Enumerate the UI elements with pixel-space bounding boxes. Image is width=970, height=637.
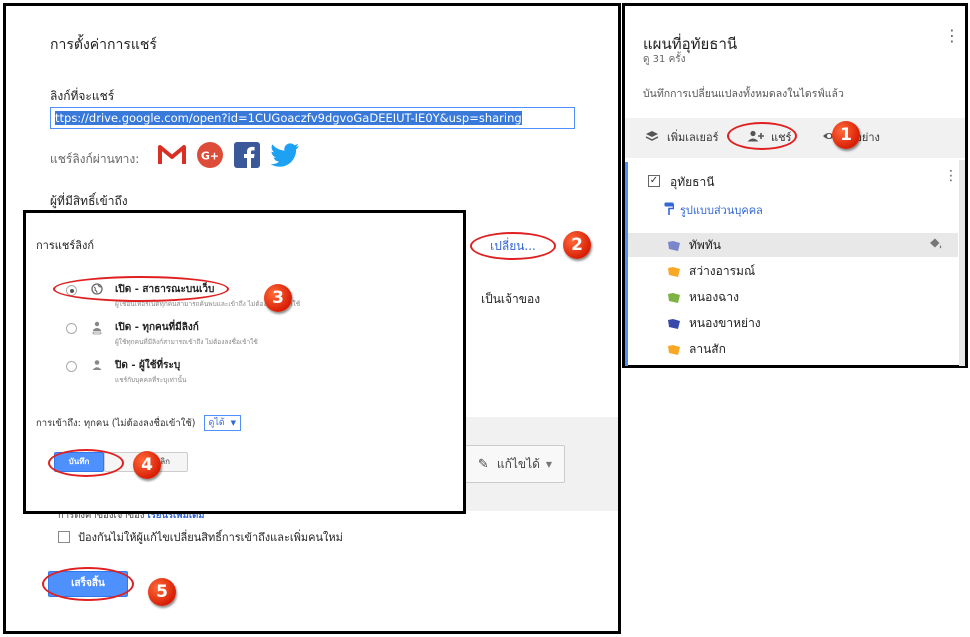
edit-permission-dropdown[interactable]: ✎ แก้ไขได้ ▼	[465, 445, 565, 483]
access-level-label: การเข้าถึง: ทุกคน (ไม่ต้องลงชื่อเข้าใช้)	[36, 417, 196, 429]
share-via-label: แชร์ลิงก์ผ่านทาง:	[50, 152, 140, 166]
share-link-field[interactable]: ttps://drive.google.com/open?id=1CUGoacz…	[50, 107, 575, 129]
place-marker-icon	[667, 266, 681, 278]
place-item[interactable]: สว่างอารมณ์	[667, 262, 755, 281]
prevent-editors-option[interactable]: ป้องกันไม่ให้ผู้แก้ไขเปลี่ยนสิทธิ์การเข้…	[58, 528, 343, 546]
view-count: ดู 31 ครั้ง	[643, 54, 686, 65]
gmail-icon[interactable]	[158, 144, 186, 170]
place-item[interactable]: ทัพทัน	[667, 236, 721, 255]
sharing-option-anyone-with-link[interactable]: เปิด - ทุกคนที่มีลิงก์ ผู้ใช้ทุกคนที่มีล…	[66, 320, 258, 347]
option-anyone-desc: ผู้ใช้ทุกคนที่มีลิงก์สามารถเข้าถึง ไม่ต้…	[115, 338, 258, 346]
layer-more-icon[interactable]: ⋮	[944, 168, 958, 184]
link-to-share-heading: ลิงก์ที่จะแชร์	[50, 89, 115, 103]
radio-anyone-with-link[interactable]	[66, 323, 77, 334]
option-specific-title: ปิด - ผู้ใช้ที่ระบุ	[115, 360, 181, 371]
place-name: หนองขาหย่าง	[689, 316, 761, 330]
access-level-row: การเข้าถึง: ทุกคน (ไม่ต้องลงชื่อเข้าใช้)…	[36, 415, 241, 431]
scrollbar[interactable]	[959, 160, 965, 366]
pencil-icon: ✎	[477, 456, 489, 472]
place-marker-icon	[667, 344, 681, 356]
individual-styles-label: รูปแบบส่วนบุคคล	[680, 204, 763, 217]
share-via-icons: G+	[158, 140, 310, 174]
person-icon	[89, 359, 105, 374]
step-badge-3: 3	[264, 284, 292, 312]
google-plus-icon[interactable]: G+	[196, 141, 224, 173]
add-layer-button[interactable]: เพิ่มเลเยอร์	[645, 128, 718, 146]
change-access-link[interactable]: เปลี่ยน...	[470, 232, 556, 260]
option-specific-desc: แชร์กับบุคคลที่ระบุเท่านั้น	[115, 376, 187, 384]
layer-title[interactable]: อุทัยธานี	[670, 173, 714, 192]
option-anyone-title: เปิด - ทุกคนที่มีลิงก์	[115, 322, 199, 333]
link-people-icon	[89, 321, 105, 338]
layer-visibility-checkbox[interactable]: ✓	[648, 175, 660, 187]
step-badge-2: 2	[563, 231, 591, 259]
place-name: ลานสัก	[689, 342, 726, 356]
chevron-down-icon: ▼	[230, 419, 236, 427]
radio-specific-people[interactable]	[66, 361, 77, 372]
access-level-value: ดูได้	[208, 418, 225, 428]
place-name: สว่างอารมณ์	[689, 264, 756, 278]
save-status: บันทึกการเปลี่ยนแปลงทั้งหมดลงในไดรฟ์แล้ว	[643, 88, 844, 100]
chevron-down-icon: ▼	[545, 459, 553, 469]
paint-roller-icon	[664, 202, 675, 218]
place-name: ทัพทัน	[689, 238, 721, 252]
place-marker-icon	[667, 318, 681, 330]
who-has-access-heading: ผู้ที่มีสิทธิ์เข้าถึง	[50, 194, 128, 208]
place-item[interactable]: ลานสัก	[667, 340, 726, 359]
annotation-ring-public	[53, 276, 229, 302]
edit-permission-label: แก้ไขได้	[496, 456, 540, 471]
annotation-ring-save	[48, 449, 124, 477]
prevent-editors-checkbox[interactable]	[58, 531, 70, 543]
access-level-select[interactable]: ดูได้ ▼	[203, 415, 241, 431]
step-badge-1: 1	[832, 121, 860, 149]
share-settings-title: การตั้งค่าการแชร์	[50, 37, 157, 53]
individual-styles-link[interactable]: รูปแบบส่วนบุคคล	[664, 201, 763, 219]
place-item[interactable]: หนองฉาง	[667, 288, 739, 307]
place-marker-icon	[667, 292, 681, 304]
place-marker-icon	[667, 240, 681, 252]
owner-role-label: เป็นเจ้าของ	[481, 292, 541, 306]
annotation-ring-done	[42, 567, 134, 601]
share-link-text: ttps://drive.google.com/open?id=1CUGoacz…	[55, 111, 522, 125]
place-item[interactable]: หนองขาหย่าง	[667, 314, 761, 333]
svg-text:G+: G+	[201, 150, 219, 163]
add-layer-label: เพิ่มเลเยอร์	[667, 131, 719, 144]
paint-bucket-icon[interactable]	[928, 238, 942, 253]
facebook-icon[interactable]	[234, 142, 260, 172]
twitter-icon[interactable]	[270, 143, 300, 171]
sharing-option-specific-people[interactable]: ปิด - ผู้ใช้ที่ระบุ แชร์กับบุคคลที่ระบุเ…	[66, 358, 186, 385]
step-badge-4: 4	[133, 451, 161, 479]
link-sharing-title: การแชร์ลิงก์	[36, 239, 94, 252]
layers-icon	[645, 130, 659, 145]
annotation-ring-share	[727, 122, 797, 150]
more-vert-icon[interactable]: ⋮	[944, 26, 960, 45]
step-badge-5: 5	[148, 578, 176, 606]
place-name: หนองฉาง	[689, 290, 739, 304]
prevent-editors-label: ป้องกันไม่ให้ผู้แก้ไขเปลี่ยนสิทธิ์การเข้…	[78, 531, 343, 544]
